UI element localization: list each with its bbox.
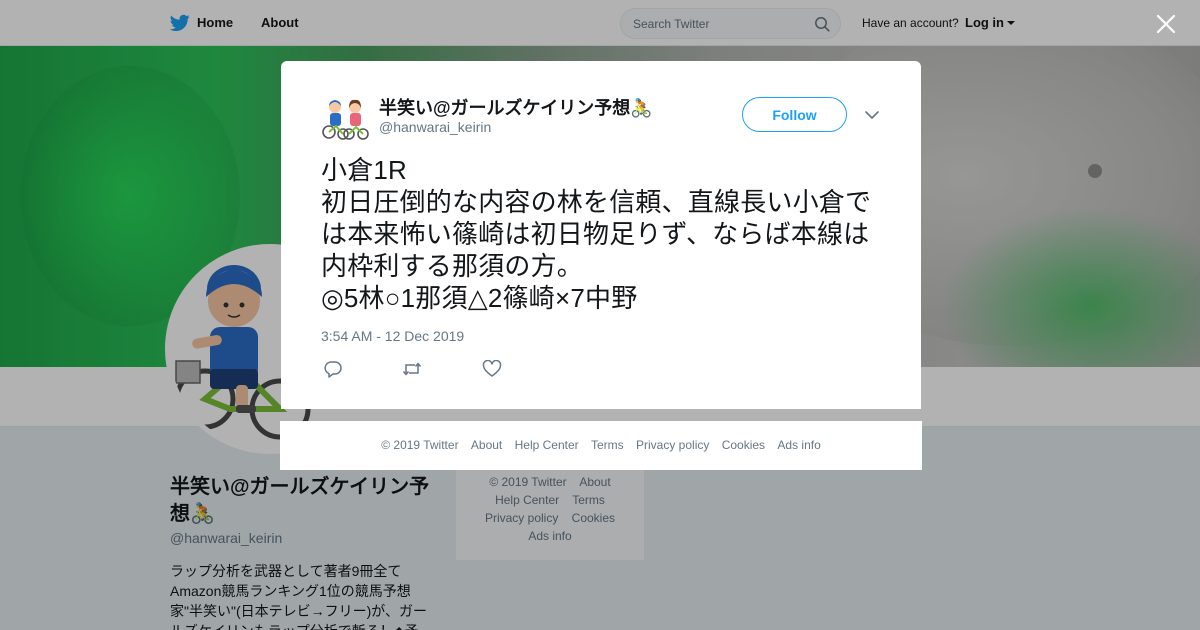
modal-footer: © 2019 Twitter About Help Center Terms P… [280, 421, 922, 470]
tweet-author-avatar[interactable] [321, 94, 369, 142]
tweet-author-name[interactable]: 半笑い@ガールズケイリン予想🚴 [379, 94, 653, 120]
tweet-timestamp[interactable]: 3:54 AM - 12 Dec 2019 [321, 328, 464, 344]
follow-button[interactable]: Follow [742, 97, 847, 132]
tweet-author-handle[interactable]: @hanwarai_keirin [379, 119, 491, 135]
retweet-icon[interactable] [402, 360, 422, 378]
chevron-down-icon[interactable] [864, 109, 880, 121]
modal-footer-cookies-link[interactable]: Cookies [722, 438, 765, 452]
modal-footer-terms-link[interactable]: Terms [591, 438, 624, 452]
modal-footer-ads-link[interactable]: Ads info [777, 438, 820, 452]
reply-icon[interactable] [323, 360, 343, 378]
tweet-text: 小倉1R 初日圧倒的な内容の林を信頼、直線長い小倉では本来怖い篠崎は初日物足りず… [321, 155, 872, 313]
tweet-modal: 半笑い@ガールズケイリン予想🚴 @hanwarai_keirin Follow … [281, 61, 921, 409]
heart-icon[interactable] [482, 360, 502, 378]
modal-footer-copyright: © 2019 Twitter [381, 438, 459, 452]
modal-footer-help-link[interactable]: Help Center [515, 438, 579, 452]
modal-footer-privacy-link[interactable]: Privacy policy [636, 438, 709, 452]
close-icon[interactable] [1156, 14, 1176, 34]
modal-footer-about-link[interactable]: About [471, 438, 502, 452]
